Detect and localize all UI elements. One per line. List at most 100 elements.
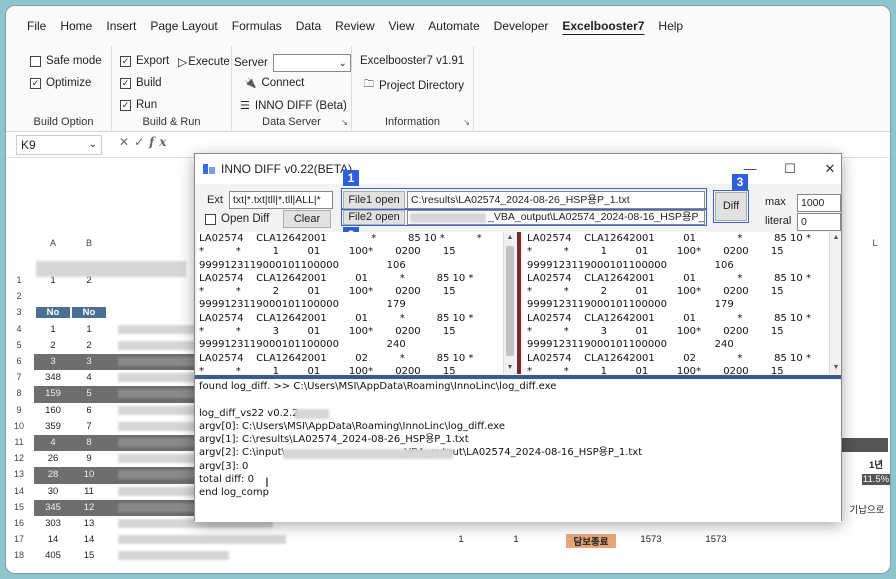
name-box[interactable]: K9 ⌄ xyxy=(16,135,102,155)
cell[interactable]: 2 xyxy=(36,340,70,351)
run-checkbox[interactable]: ✓ Run xyxy=(120,99,157,111)
fx-icon[interactable]: fx xyxy=(149,135,171,149)
scroll-up-icon[interactable]: ▲ xyxy=(830,232,842,244)
ext-input[interactable]: txt|*.txt|tll|*.tll|ALL|* xyxy=(229,191,333,209)
right-scrollbar[interactable]: ▲ ▼ xyxy=(829,232,841,374)
cell[interactable]: 3 xyxy=(36,356,70,367)
cancel-icon[interactable]: ✕ xyxy=(119,135,134,149)
cell[interactable]: 1 xyxy=(36,324,70,335)
column-header-b[interactable]: B xyxy=(72,238,106,252)
cell[interactable]: 12 xyxy=(72,502,106,513)
scroll-up-icon[interactable]: ▲ xyxy=(504,232,516,244)
file2-open-button[interactable]: File2 open xyxy=(343,210,405,225)
cell[interactable]: No xyxy=(72,307,106,319)
cell[interactable]: 1 xyxy=(72,324,106,335)
execute-button[interactable]: ▷ Execute xyxy=(178,55,230,69)
row-number[interactable]: 11 xyxy=(6,437,32,447)
menu-automate[interactable]: Automate xyxy=(421,15,486,37)
cell[interactable]: 345 xyxy=(36,502,70,513)
cell[interactable]: 348 xyxy=(36,372,70,383)
menu-excelbooster7[interactable]: Excelbooster7 xyxy=(555,15,651,37)
row-number[interactable]: 17 xyxy=(6,534,32,544)
row-number[interactable]: 2 xyxy=(6,291,32,301)
scroll-down-icon[interactable]: ▼ xyxy=(830,362,842,374)
diff-button[interactable]: Diff xyxy=(715,192,747,221)
row-number[interactable]: 10 xyxy=(6,421,32,431)
row-number[interactable]: 15 xyxy=(6,502,32,512)
cell[interactable]: 159 xyxy=(36,388,70,399)
connect-button[interactable]: 🔌 Connect xyxy=(244,77,304,89)
close-icon[interactable]: ✕ xyxy=(819,159,841,179)
inno-diff-button[interactable]: ☰ INNO DIFF (Beta) xyxy=(240,99,347,113)
export-checkbox[interactable]: ✓ Export xyxy=(120,55,169,67)
cell[interactable]: 359 xyxy=(36,421,70,432)
optimize-checkbox[interactable]: ✓ Optimize xyxy=(30,77,91,89)
cell[interactable]: 11 xyxy=(72,486,106,497)
menu-formulas[interactable]: Formulas xyxy=(225,15,289,37)
cell[interactable]: 4 xyxy=(72,372,106,383)
menu-file[interactable]: File xyxy=(20,15,53,37)
server-select[interactable]: ⌄ xyxy=(272,54,351,72)
row-number[interactable]: 18 xyxy=(6,550,32,560)
row-number[interactable]: 7 xyxy=(6,372,32,382)
clear-button[interactable]: Clear xyxy=(283,210,331,228)
row-number[interactable]: 4 xyxy=(6,324,32,334)
menu-developer[interactable]: Developer xyxy=(487,15,556,37)
left-scrollbar[interactable]: ▲ ▼ xyxy=(503,232,515,374)
cell[interactable]: 15 xyxy=(72,550,106,561)
build-checkbox[interactable]: ✓ Build xyxy=(120,77,162,89)
max-input[interactable]: 1000 xyxy=(797,194,841,212)
cell[interactable]: 6 xyxy=(72,405,106,416)
horizontal-splitter[interactable] xyxy=(195,375,841,379)
menu-insert[interactable]: Insert xyxy=(99,15,143,37)
menu-review[interactable]: Review xyxy=(328,15,381,37)
column-header-l[interactable]: L xyxy=(868,238,882,252)
menu-home[interactable]: Home xyxy=(53,15,99,37)
cell[interactable]: 3 xyxy=(72,356,106,367)
safe-mode-checkbox[interactable]: Safe mode xyxy=(30,55,102,67)
menu-data[interactable]: Data xyxy=(289,15,328,37)
vertical-splitter[interactable] xyxy=(517,232,521,374)
file1-open-button[interactable]: File1 open xyxy=(343,191,405,209)
literal-input[interactable]: 0 xyxy=(797,213,841,231)
scroll-down-icon[interactable]: ▼ xyxy=(504,362,516,374)
open-diff-checkbox[interactable]: Open Diff xyxy=(205,213,269,225)
row-number[interactable]: 16 xyxy=(6,518,32,528)
column-header-a[interactable]: A xyxy=(36,238,70,252)
scroll-thumb[interactable] xyxy=(506,246,514,356)
file1-path-input[interactable]: C:\results\LA02574_2024-08-26_HSP용P_1.tx… xyxy=(407,191,705,209)
row-number[interactable]: 8 xyxy=(6,388,32,398)
right-compare-pane[interactable]: LA02574 CLA12642001 01 * 85 10 * * * 1 01… xyxy=(523,232,829,374)
maximize-icon[interactable]: ☐ xyxy=(779,159,801,179)
menu-view[interactable]: View xyxy=(382,15,422,37)
cell[interactable]: 4 xyxy=(36,437,70,448)
row-number[interactable]: 5 xyxy=(6,340,32,350)
cell[interactable]: 26 xyxy=(36,453,70,464)
cell[interactable]: 7 xyxy=(72,421,106,432)
cell[interactable]: 405 xyxy=(36,550,70,561)
cell[interactable]: 28 xyxy=(36,469,70,480)
cell[interactable]: 14 xyxy=(72,534,106,545)
cell[interactable]: 10 xyxy=(72,469,106,480)
cell[interactable]: 5 xyxy=(72,388,106,399)
row-number[interactable]: 3 xyxy=(6,307,32,317)
cell[interactable]: No xyxy=(36,307,70,319)
cell[interactable]: 14 xyxy=(36,534,70,545)
cell[interactable]: 2 xyxy=(72,340,106,351)
row-number[interactable]: 9 xyxy=(6,405,32,415)
left-compare-pane[interactable]: LA02574 CLA12642001 * 85 10 * * * * 1 01 … xyxy=(197,232,503,374)
project-directory-button[interactable]: 🗀 Project Directory xyxy=(364,77,464,94)
row-number[interactable]: 13 xyxy=(6,469,32,479)
menu-page-layout[interactable]: Page Layout xyxy=(143,15,224,37)
row-number[interactable]: 14 xyxy=(6,486,32,496)
menu-help[interactable]: Help xyxy=(651,15,690,37)
enter-icon[interactable]: ✓ xyxy=(134,135,149,149)
cell[interactable]: 8 xyxy=(72,437,106,448)
dialog-launcher-icon[interactable]: ↘ xyxy=(463,118,470,127)
row-number[interactable]: 6 xyxy=(6,356,32,366)
dialog-launcher-icon[interactable]: ↘ xyxy=(341,118,348,127)
cell[interactable]: 9 xyxy=(72,453,106,464)
cell[interactable]: 13 xyxy=(72,518,106,529)
cell[interactable]: 160 xyxy=(36,405,70,416)
row-number[interactable]: 1 xyxy=(6,275,32,285)
